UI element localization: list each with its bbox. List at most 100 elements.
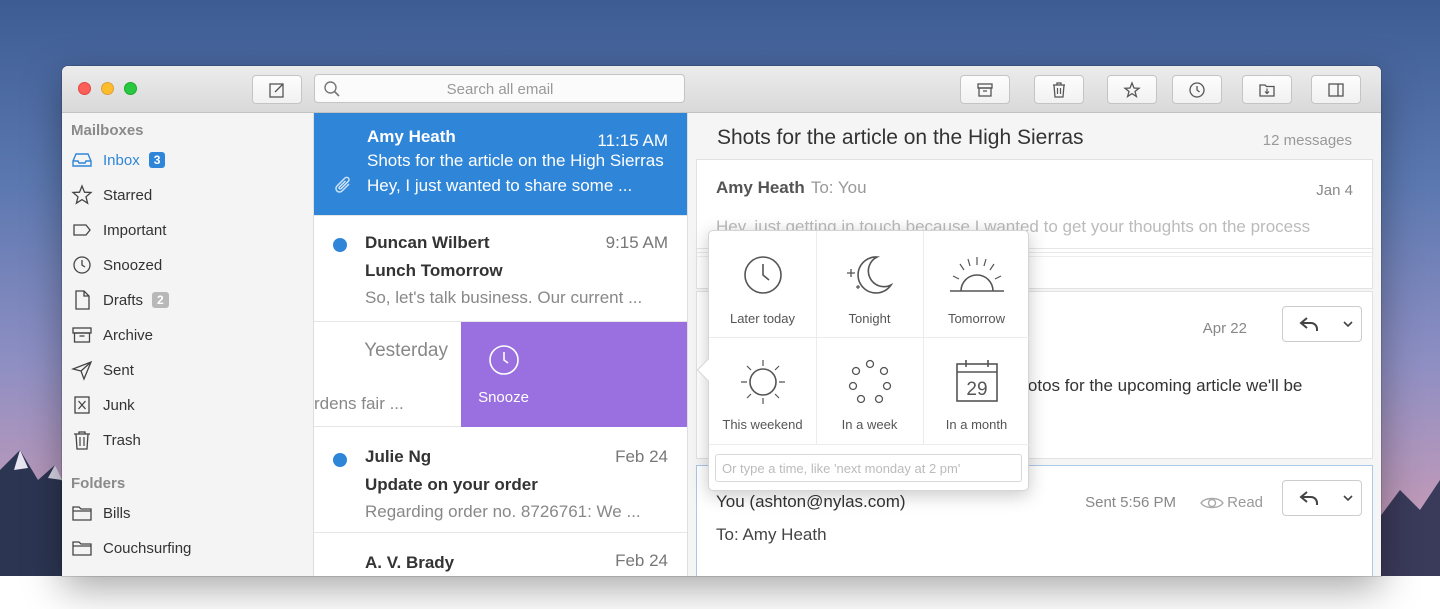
snooze-options-grid: Later today Tonight Tomorrow This weeken…	[709, 231, 1030, 445]
desktop-bottom-strip	[0, 576, 1440, 609]
clock-icon	[743, 256, 782, 294]
reply-button[interactable]	[1282, 480, 1362, 516]
sidebar-item-label: Junk	[103, 396, 135, 414]
draft-count-badge: 2	[152, 292, 169, 308]
message-snippet: Hey, I just wanted to share some ...	[367, 176, 633, 195]
sidebar-item-trash[interactable]: Trash	[71, 426, 306, 454]
message-row[interactable]: Duncan Wilbert 9:15 AM Lunch Tomorrow So…	[314, 216, 687, 322]
divider	[709, 444, 1030, 445]
sidebar-item-label: Sent	[103, 361, 134, 379]
message-list: Amy Heath 11:15 AM Shots for the article…	[314, 113, 688, 576]
thread-title: Shots for the article on the High Sierra…	[717, 126, 1084, 149]
snooze-button[interactable]	[1172, 75, 1222, 104]
message-row-swiped[interactable]: Yesterday rdens fair ... Snooze	[314, 322, 687, 427]
message-sender: Julie Ng	[365, 447, 432, 466]
read-receipt-label: Read	[1227, 494, 1263, 511]
mailboxes-heading: Mailboxes	[71, 122, 144, 139]
message-subject: Shots for the article on the High Sierra…	[367, 151, 664, 170]
snooze-option-later-today[interactable]: Later today	[709, 231, 816, 337]
reply-button[interactable]	[1282, 306, 1362, 342]
sidebar-item-sent[interactable]: Sent	[71, 356, 306, 384]
message-body: photos for the upcoming article we'll be	[1009, 376, 1303, 395]
chevron-down-icon	[1343, 321, 1353, 328]
star-button[interactable]	[1107, 75, 1157, 104]
move-to-folder-button[interactable]	[1242, 75, 1292, 104]
archive-button[interactable]	[960, 75, 1010, 104]
mountain-background	[0, 450, 70, 576]
message-date: Jan 4	[1316, 182, 1353, 199]
star-icon	[1123, 80, 1141, 98]
message-date: Feb 24	[615, 551, 668, 570]
message-row-selected[interactable]: Amy Heath 11:15 AM Shots for the article…	[314, 113, 687, 216]
sidebar-item-starred[interactable]: Starred	[71, 181, 306, 209]
attachment-icon	[335, 176, 350, 193]
snooze-swipe-action[interactable]: Snooze	[461, 322, 687, 427]
reply-icon	[1299, 491, 1318, 505]
message-snippet: Regarding order no. 8726761: We ...	[365, 502, 641, 521]
message-header: Amy Heath To: You	[716, 178, 867, 198]
search-icon	[324, 81, 340, 97]
star-icon	[71, 184, 93, 205]
snooze-option-tomorrow[interactable]: Tomorrow	[923, 231, 1030, 337]
message-date: 9:15 AM	[605, 233, 668, 252]
inbox-icon	[72, 153, 92, 167]
compose-button[interactable]	[252, 75, 302, 104]
toggle-sidebar-button[interactable]	[1311, 75, 1361, 104]
message-subject: Update on your order	[365, 475, 538, 494]
search-field[interactable]	[314, 74, 685, 103]
chevron-down-icon	[1343, 495, 1353, 502]
unread-dot	[333, 453, 347, 467]
unread-count-badge: 3	[148, 152, 166, 168]
message-date: Apr 22	[1202, 320, 1247, 337]
sidebar-item-label: Important	[103, 221, 167, 239]
message-row[interactable]: Julie Ng Feb 24 Update on your order Reg…	[314, 427, 687, 533]
sidebar-item-label: Trash	[103, 431, 141, 449]
sidebar-item-snoozed[interactable]: Snoozed	[71, 251, 306, 279]
snooze-option-label: Later today	[729, 311, 796, 326]
folders-heading: Folders	[71, 475, 126, 492]
clock-icon	[1189, 81, 1205, 98]
sidebar-item-drafts[interactable]: Drafts 2	[71, 286, 306, 314]
sidebar-item-important[interactable]: Important	[71, 216, 306, 244]
message-sender: You (ashton@nylas.com)	[716, 492, 906, 511]
snooze-option-label: Tomorrow	[947, 311, 1006, 326]
sidebar-item-junk[interactable]: Junk	[71, 391, 306, 419]
sidebar-toggle-icon	[1328, 82, 1344, 97]
zoom-window-button[interactable]	[124, 82, 137, 95]
custom-snooze-time-input[interactable]	[715, 454, 1022, 482]
search-input[interactable]	[345, 78, 655, 100]
minimize-window-button[interactable]	[101, 82, 114, 95]
sidebar-item-archive[interactable]: Archive	[71, 321, 306, 349]
message-sender: A. V. Brady	[365, 553, 455, 572]
snooze-option-in-a-week[interactable]: In a week	[816, 337, 923, 443]
message-snippet: rdens fair ...	[314, 394, 404, 413]
trash-icon	[74, 431, 90, 450]
snooze-option-this-weekend[interactable]: This weekend	[709, 337, 816, 443]
message-subject: Lunch Tomorrow	[365, 261, 503, 280]
message-row[interactable]: A. V. Brady Feb 24	[314, 533, 687, 576]
folder-icon	[72, 506, 92, 521]
trash-button[interactable]	[1034, 75, 1084, 104]
snooze-option-in-a-month[interactable]: 29 In a month	[923, 337, 1030, 443]
trash-icon	[1053, 81, 1065, 98]
close-window-button[interactable]	[78, 82, 91, 95]
sidebar-item-label: Snoozed	[103, 256, 163, 274]
snooze-option-label: In a month	[945, 417, 1008, 432]
archive-icon	[977, 82, 993, 97]
message-sender: Amy Heath	[367, 127, 456, 146]
snooze-option-tonight[interactable]: Tonight	[816, 231, 923, 337]
message-recipient: To: Amy Heath	[716, 525, 827, 544]
sidebar-folder-bills[interactable]: Bills	[71, 499, 306, 527]
calendar-day-number: 29	[966, 379, 987, 400]
message-date: Yesterday	[364, 340, 448, 361]
sidebar-item-label: Inbox	[103, 151, 140, 169]
snooze-option-label: Tonight	[848, 311, 891, 326]
calendar-icon: 29	[955, 360, 998, 402]
message-sender: Duncan Wilbert	[365, 233, 490, 252]
sidebar-item-inbox[interactable]: Inbox 3	[71, 146, 306, 174]
sidebar-folder-couchsurfing[interactable]: Couchsurfing	[71, 534, 306, 562]
unread-dot	[333, 238, 347, 252]
message-date: 11:15 AM	[597, 131, 668, 150]
message-recipient: To: You	[810, 178, 867, 197]
folder-label: Bills	[103, 504, 131, 522]
